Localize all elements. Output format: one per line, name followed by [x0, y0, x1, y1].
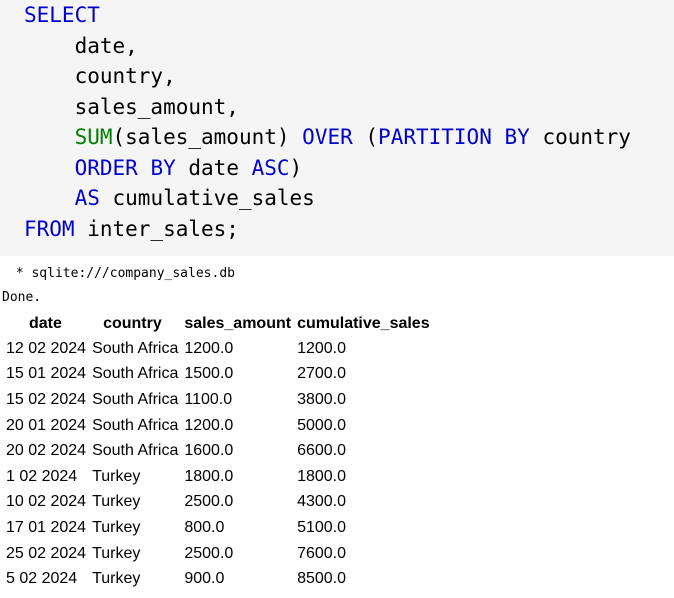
- sql-token: sales_amount,: [24, 94, 239, 119]
- sql-token: (sales_amount): [112, 125, 303, 149]
- column-header-sales-amount: sales_amount: [184, 315, 292, 332]
- cell-date: 20 02 2024: [6, 442, 87, 460]
- cell-sales-amount: 1100.0: [184, 390, 233, 408]
- sql-token: cumulative_sales: [99, 186, 315, 210]
- code-line: date,: [24, 31, 631, 62]
- cell-date: 25 02 2024: [6, 544, 87, 562]
- table-row: 20 02 2024 South Africa 1600.0 6600.0: [3, 438, 433, 464]
- sql-keyword: OVER: [302, 125, 353, 149]
- cell-cumulative-sales: 8500.0: [297, 570, 347, 588]
- cell-cumulative-sales: 1800.0: [297, 467, 347, 485]
- cell-sales-amount: 1600.0: [184, 442, 234, 460]
- column-header-country: country: [103, 315, 162, 332]
- cell-cumulative-sales: 2700.0: [297, 365, 347, 383]
- sql-keyword: BY: [504, 125, 530, 149]
- column-header-cumulative-sales: cumulative_sales: [297, 315, 430, 332]
- cell-country: Turkey: [92, 518, 141, 536]
- table-row: 12 02 2024 South Africa 1200.0 1200.0: [3, 336, 433, 362]
- cell-sales-amount: 800.0: [184, 518, 225, 536]
- sql-token: ): [289, 155, 303, 180]
- cell-country: South Africa: [92, 365, 179, 383]
- connection-string: * sqlite:///company_sales.db: [8, 266, 235, 281]
- cell-country: South Africa: [92, 390, 179, 408]
- code-line: sales_amount,: [24, 92, 631, 123]
- cell-sales-amount: 1200.0: [184, 339, 234, 357]
- sql-token: date,: [24, 33, 138, 58]
- cell-sales-amount: 2500.0: [184, 493, 234, 511]
- cell-date: 15 01 2024: [6, 365, 87, 383]
- cell-country: South Africa: [92, 442, 179, 460]
- cell-cumulative-sales: 3800.0: [297, 390, 347, 408]
- status-text: Done.: [2, 290, 42, 305]
- sql-keyword: PARTITION: [378, 125, 492, 149]
- code-line: FROM inter_sales;: [24, 214, 631, 245]
- cell-cumulative-sales: 5100.0: [297, 518, 347, 536]
- cell-country: Turkey: [92, 493, 141, 511]
- table-row: 15 01 2024 South Africa 1500.0 2700.0: [3, 362, 433, 388]
- sql-token: (: [352, 125, 379, 149]
- cell-cumulative-sales: 1200.0: [297, 339, 347, 357]
- cell-sales-amount: 900.0: [184, 570, 225, 588]
- cell-date: 1 02 2024: [6, 467, 78, 485]
- cell-sales-amount: 1800.0: [184, 467, 234, 485]
- sql-function: SUM: [74, 125, 113, 149]
- table-header-row: date country sales_amount cumulative_sal…: [3, 312, 433, 336]
- result-table-body: 12 02 2024 South Africa 1200.0 1200.0 15 01 …: [3, 336, 433, 592]
- cell-sales-amount: 2500.0: [184, 544, 234, 562]
- cell-date: 5 02 2024: [6, 570, 78, 588]
- table-row: 1 02 2024 Turkey 1800.0 1800.0: [3, 464, 433, 490]
- cell-country: South Africa: [92, 416, 179, 434]
- table-row: 15 02 2024 South Africa 1100.0 3800.0: [3, 387, 433, 413]
- cell-cumulative-sales: 5000.0: [297, 416, 347, 434]
- sql-keyword: ASC: [251, 155, 290, 180]
- sql-keyword: SELECT: [24, 3, 100, 27]
- cell-date: 17 01 2024: [6, 518, 87, 536]
- sql-keyword: FROM: [24, 216, 75, 241]
- cell-cumulative-sales: 6600.0: [297, 442, 347, 460]
- sql-token: inter_sales;: [74, 216, 239, 241]
- sql-code-cell[interactable]: SELECT date, country, sales_amount, SUM(…: [0, 0, 674, 256]
- sql-keyword: AS: [74, 186, 100, 210]
- code-line: ORDER BY date ASC): [24, 153, 631, 184]
- table-row: 20 01 2024 South Africa 1200.0 5000.0: [3, 413, 433, 439]
- code-line: AS cumulative_sales: [24, 183, 631, 214]
- result-table: date country sales_amount cumulative_sal…: [3, 312, 433, 592]
- cell-date: 20 01 2024: [6, 416, 87, 434]
- cell-cumulative-sales: 4300.0: [297, 493, 347, 511]
- cell-sales-amount: 1200.0: [184, 416, 234, 434]
- sql-keyword: ORDER: [74, 155, 138, 180]
- cell-country: Turkey: [92, 570, 141, 588]
- cell-country: Turkey: [92, 467, 141, 485]
- cell-date: 15 02 2024: [6, 390, 87, 408]
- cell-date: 10 02 2024: [6, 493, 87, 511]
- table-row: 5 02 2024 Turkey 900.0 8500.0: [3, 566, 433, 592]
- column-header-date: date: [29, 315, 62, 332]
- cell-sales-amount: 1500.0: [184, 365, 234, 383]
- cell-country: South Africa: [92, 339, 179, 357]
- table-row: 10 02 2024 Turkey 2500.0 4300.0: [3, 490, 433, 516]
- table-row: 25 02 2024 Turkey 2500.0 7600.0: [3, 541, 433, 567]
- sql-keyword: BY: [150, 155, 176, 180]
- sql-token: country,: [24, 64, 176, 88]
- code-line: SUM(sales_amount) OVER (PARTITION BY cou…: [24, 122, 631, 153]
- sql-token: country: [529, 125, 631, 149]
- cell-date: 12 02 2024: [6, 339, 87, 357]
- cell-cumulative-sales: 7600.0: [297, 544, 347, 562]
- cell-country: Turkey: [92, 544, 141, 562]
- code-line: country,: [24, 61, 631, 92]
- code-line: SELECT: [24, 0, 631, 31]
- table-row: 17 01 2024 Turkey 800.0 5100.0: [3, 515, 433, 541]
- sql-token: date: [175, 155, 252, 180]
- sql-query-text[interactable]: SELECT date, country, sales_amount, SUM(…: [24, 0, 631, 244]
